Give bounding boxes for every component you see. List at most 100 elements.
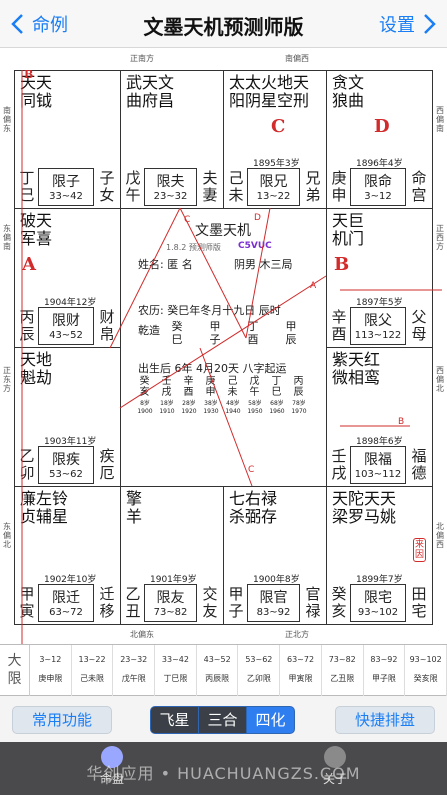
main-stars-2: 机门: [332, 229, 365, 248]
palace-chou[interactable]: 擎羊 1901年9岁乙丑限友 73~82 交友: [120, 486, 223, 624]
main-stars: 天陀天天: [332, 489, 397, 508]
limit-box: 限父 113~122: [350, 307, 406, 345]
limit-range: 73~82: [153, 607, 188, 618]
main-stars: 天巨: [332, 211, 365, 230]
dayun-stem: 壬: [161, 376, 172, 387]
palace-hai[interactable]: 天陀天天 梁罗马姚 1899年7岁 来因癸亥限宅 93~102 田宅: [326, 486, 432, 624]
dayun-ganzhi: 丙辰: [292, 376, 305, 398]
palace-shen[interactable]: 贪文 狼曲 D 1896年4岁庚申限命 3~12 命宫: [326, 70, 432, 208]
decade-item[interactable]: 33~42 丁巳限: [155, 645, 197, 697]
limit-name: 限疾: [52, 452, 80, 468]
palace-chen[interactable]: 破天 军喜 A 1904年12岁丙辰限财 43~52 财帛: [14, 208, 120, 347]
transform-letter: B: [334, 254, 350, 275]
decade-name: 甲寅限: [288, 674, 313, 683]
direction-left-3: 正东方: [3, 366, 11, 393]
decade-label: 大限: [0, 645, 30, 697]
palace-name: 子女: [99, 169, 115, 204]
decade-range: 13~22: [78, 655, 106, 664]
ju-line: 阴男 木三局: [234, 258, 293, 271]
direction-right-4: 北偏西: [436, 522, 444, 549]
mode-segmented-control: 飞星 三合 四化: [150, 706, 295, 734]
limit-range: 93~102: [357, 607, 399, 618]
dayun-stem: 己: [227, 376, 238, 387]
limit-box: 限疾 53~62: [38, 446, 94, 484]
palace-you[interactable]: 天巨 机门 B 1897年5岁辛酉限父 113~122 父母: [326, 208, 432, 347]
direction-bottom-1: 北偏东: [130, 630, 154, 639]
transform-letter: B: [24, 68, 34, 81]
dayun-age: 48岁: [226, 400, 240, 407]
dayun-branch: 午: [249, 387, 260, 398]
decade-item[interactable]: 43~52 丙辰限: [197, 645, 239, 697]
palace-si[interactable]: 天天 同钺 B 丁巳限子 33~42 子女: [14, 68, 120, 208]
settings-button[interactable]: 设置: [379, 10, 437, 38]
decade-item[interactable]: 83~92 甲子限: [364, 645, 406, 697]
limit-box: 限夫 23~32: [144, 168, 197, 206]
decade-item[interactable]: 13~22 己未限: [72, 645, 114, 697]
palace-name: 官禄: [305, 585, 321, 620]
dayun-branch: 亥: [139, 387, 150, 398]
palace-name: 疾厄: [99, 447, 115, 482]
main-stars: 七右禄: [229, 489, 278, 508]
decade-range: 23~32: [120, 655, 148, 664]
pillar-stem: 丁: [247, 320, 259, 333]
limit-box: 限财 43~52: [38, 307, 94, 345]
limit-box: 限迁 63~72: [38, 584, 94, 622]
palace-wei[interactable]: 太太火地天 阳阴星空刑 C 1895年3岁己未限兄 13~22 兄弟: [223, 70, 326, 208]
heavenly-stem: 戊午: [125, 169, 141, 204]
heavenly-stem: 甲子: [228, 585, 244, 620]
dayun-branch: 未: [227, 387, 238, 398]
limit-range: 53~62: [49, 469, 83, 480]
qianzao-label: 乾造: [138, 324, 160, 337]
dayun-ganzhi: 戊午: [248, 376, 261, 398]
decade-item[interactable]: 93~102 癸亥限: [405, 645, 447, 697]
settings-label: 设置: [379, 15, 415, 36]
seg-sanhe[interactable]: 三合: [198, 707, 246, 733]
main-stars: 太太火地天: [229, 73, 310, 92]
dayun-age: 8岁: [140, 400, 150, 407]
dayun-ganzhi: 壬戌: [160, 376, 173, 398]
decade-name: 己未限: [80, 674, 105, 683]
direction-right-2: 正西方: [436, 224, 444, 251]
heavenly-stem: 丙辰: [19, 308, 35, 343]
decade-item[interactable]: 23~32 戊午限: [113, 645, 156, 697]
decade-range: 63~72: [287, 655, 315, 664]
decade-item[interactable]: 63~72 甲寅限: [280, 645, 322, 697]
palace-mao[interactable]: 天地 魁劫 1903年11岁乙卯限疾 53~62 疾厄: [14, 347, 120, 486]
dayun-stem: 庚: [205, 376, 216, 387]
dayun-age: 58岁: [248, 400, 262, 407]
dayun-line: 出生后 6年 4月20天 八字起运: [138, 362, 287, 375]
decade-item[interactable]: 73~82 乙丑限: [322, 645, 364, 697]
decade-item[interactable]: 3~12 庚申限: [30, 645, 72, 697]
dayun-branch: 申: [205, 387, 216, 398]
dayun-age: 68岁: [270, 400, 284, 407]
name-line: 姓名: 匿 名: [138, 258, 193, 271]
chevron-right-icon: [424, 14, 436, 34]
limit-box: 限福 103~112: [350, 446, 406, 484]
direction-left-1: 南偏东: [3, 106, 11, 133]
pillar-branch: 辰: [285, 333, 297, 346]
direction-left-2: 东偏南: [3, 224, 11, 251]
main-stars-2: 梁罗马姚: [332, 507, 397, 526]
decade-range: 33~42: [161, 655, 189, 664]
palace-name: 迁移: [99, 585, 115, 620]
decade-item[interactable]: 53~62 乙卯限: [239, 645, 281, 697]
decade-range: 3~12: [39, 655, 62, 664]
dayun-branch: 酉: [183, 387, 194, 398]
common-functions-button[interactable]: 常用功能: [12, 706, 112, 734]
center-info: 文墨天机 1.8.2 预测师版 C5VUC 姓名: 匿 名 阴男 木三局 农历:…: [120, 208, 326, 486]
quick-chart-button[interactable]: 快捷排盘: [335, 706, 435, 734]
seg-feixing[interactable]: 飞星: [151, 707, 198, 733]
palace-name: 命宫: [411, 169, 427, 204]
direction-top-2: 南偏西: [285, 54, 309, 63]
palace-yin[interactable]: 廉左铃 贞辅星 1902年10岁甲寅限迁 63~72 迁移: [14, 486, 120, 624]
main-stars: 擎: [126, 489, 143, 508]
palace-zi[interactable]: 七右禄 杀弼存 1900年8岁甲子限官 83~92 官禄: [223, 486, 326, 624]
palace-name: 田宅: [411, 585, 427, 620]
palace-wu[interactable]: 武天文 曲府昌戊午限夫 23~32 夫妻: [120, 70, 223, 208]
palace-name: 夫妻: [202, 169, 218, 204]
seg-sihua[interactable]: 四化: [246, 707, 294, 733]
decade-limit-row: 大限 3~12 庚申限 13~22 己未限 23~32 戊午限 33~42 丁巳限 43~52 丙…: [0, 644, 447, 697]
laiyin-stamp: 来因: [413, 538, 426, 562]
limit-name: 限友: [156, 590, 185, 606]
palace-xu[interactable]: 紫天红 微相鸾 1898年6岁壬戌限福 103~112 福德: [326, 347, 432, 486]
